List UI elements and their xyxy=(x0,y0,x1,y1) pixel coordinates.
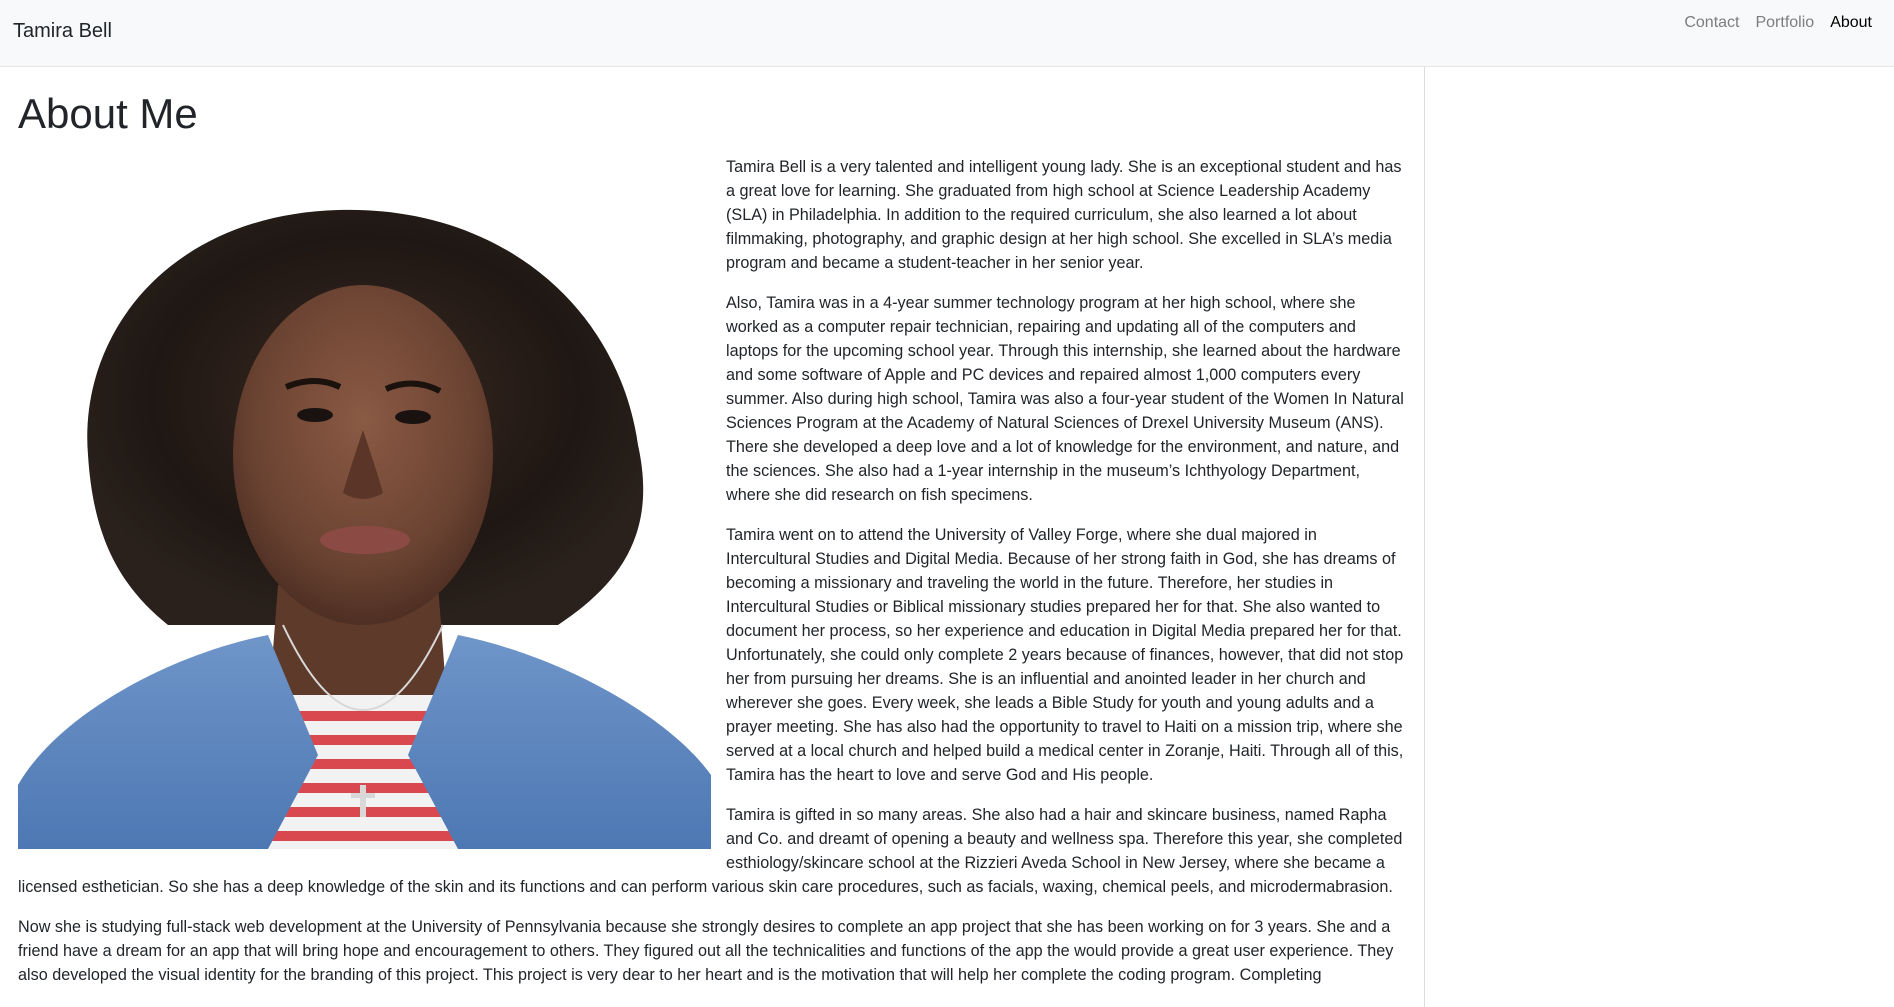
nav-link-contact[interactable]: Contact xyxy=(1676,12,1747,34)
nav-links: Contact Portfolio About xyxy=(1676,12,1880,34)
nav-link-about[interactable]: About xyxy=(1822,12,1880,34)
top-navbar: Tamira Bell Contact Portfolio About xyxy=(0,0,1894,67)
page-title: About Me xyxy=(18,90,198,137)
bio-paragraph-5: Now she is studying full-stack web devel… xyxy=(18,918,1394,984)
bio-body: Tamira Bell is a very talented and intel… xyxy=(18,155,1405,987)
nav-link-portfolio[interactable]: Portfolio xyxy=(1747,12,1822,34)
about-card: About Me Tamira Bell is a very talented … xyxy=(0,67,1425,1007)
portrait-photo xyxy=(18,155,711,849)
about-content: About Me Tamira Bell is a very talented … xyxy=(18,67,1405,1003)
navbar-brand[interactable]: Tamira Bell xyxy=(13,18,112,44)
